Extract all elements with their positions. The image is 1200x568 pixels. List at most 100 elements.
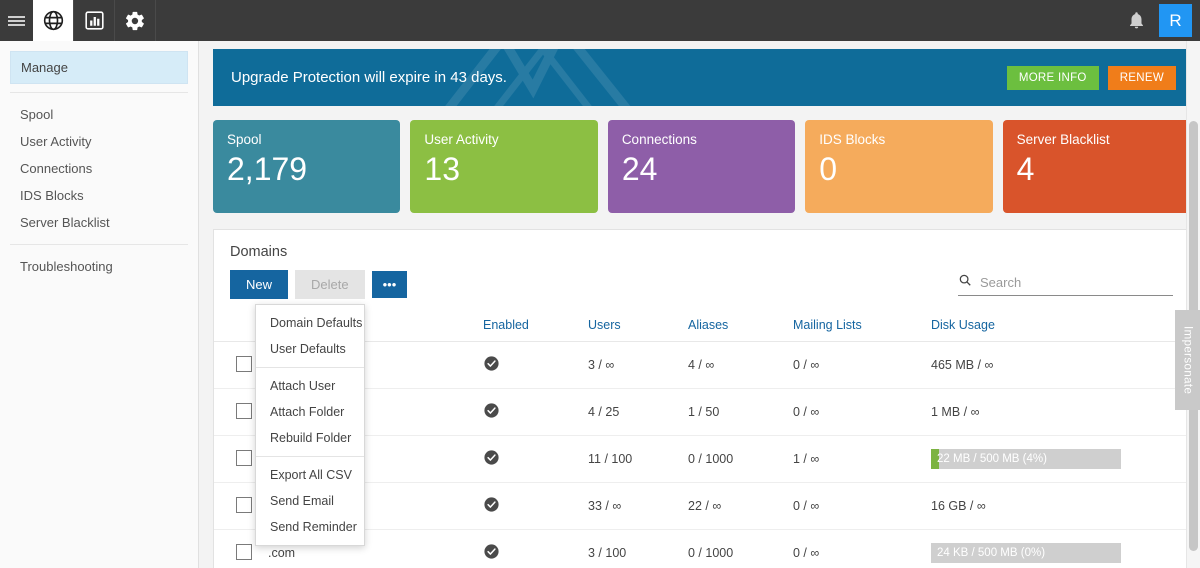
search-field[interactable] xyxy=(958,273,1173,296)
stat-card-label: User Activity xyxy=(424,132,499,147)
stat-card-value: 2,179 xyxy=(227,151,308,187)
more-actions-button[interactable]: ••• xyxy=(371,271,408,298)
new-button[interactable]: New xyxy=(230,270,289,299)
renew-button[interactable]: RENEW xyxy=(1107,65,1176,90)
column-aliases[interactable]: Aliases xyxy=(682,309,787,342)
cell-enabled xyxy=(477,482,582,530)
domains-toolbar: New Delete ••• Domain Defaults User D xyxy=(214,270,1189,546)
cell-aliases: 0 / 1000 xyxy=(682,529,787,568)
more-info-button[interactable]: MORE INFO xyxy=(1006,65,1099,90)
stat-card-value: 0 xyxy=(819,151,838,187)
cell-mailing-lists: 0 / ∞ xyxy=(787,482,925,530)
sidebar-item-spool[interactable]: Spool xyxy=(10,101,188,128)
menu-item-export-all-csv[interactable]: Export All CSV xyxy=(256,462,364,488)
sidebar: Manage Spool User Activity Connections I… xyxy=(0,41,199,568)
cell-enabled xyxy=(477,341,582,389)
cell-users: 3 / ∞ xyxy=(582,341,682,389)
disk-usage-bar: 22 MB / 500 MB (4%) xyxy=(931,449,1121,469)
cell-mailing-lists: 0 / ∞ xyxy=(787,341,925,389)
banner-message: Upgrade Protection will expire in 43 day… xyxy=(231,69,507,86)
stat-card-server-blacklist[interactable]: Server Blacklist 4 xyxy=(1002,120,1191,213)
sidebar-group-support: Troubleshooting xyxy=(10,244,188,288)
chart-icon xyxy=(84,10,105,31)
cell-mailing-lists: 0 / ∞ xyxy=(787,388,925,436)
disk-usage-bar: 24 KB / 500 MB (0%) xyxy=(931,543,1121,563)
gear-icon xyxy=(124,10,146,32)
enabled-check-icon xyxy=(483,449,500,469)
cell-aliases: 4 / ∞ xyxy=(682,341,787,389)
sidebar-item-connections[interactable]: Connections xyxy=(10,155,188,182)
more-actions-dropdown: Domain Defaults User Defaults Attach Use… xyxy=(255,304,365,546)
column-enabled[interactable]: Enabled xyxy=(477,309,582,342)
menu-divider xyxy=(256,367,364,368)
stat-card-value: 24 xyxy=(621,151,658,187)
cell-aliases: 22 / ∞ xyxy=(682,482,787,530)
cell-enabled xyxy=(477,529,582,568)
user-avatar[interactable]: R xyxy=(1159,4,1192,37)
menu-divider xyxy=(256,456,364,457)
cell-aliases: 1 / 50 xyxy=(682,388,787,436)
column-mailing-lists[interactable]: Mailing Lists xyxy=(787,309,925,342)
cell-mailing-lists: 1 / ∞ xyxy=(787,435,925,483)
nav-tab-domains[interactable] xyxy=(33,0,74,41)
row-checkbox[interactable] xyxy=(236,355,252,372)
cell-disk-usage: 24 KB / 500 MB (0%) xyxy=(925,529,1189,568)
sidebar-item-troubleshooting[interactable]: Troubleshooting xyxy=(10,253,188,280)
column-disk-usage[interactable]: Disk Usage xyxy=(925,309,1189,342)
cell-users: 33 / ∞ xyxy=(582,482,682,530)
cell-users: 4 / 25 xyxy=(582,388,682,436)
menu-item-send-email[interactable]: Send Email xyxy=(256,488,364,514)
sidebar-header[interactable]: Manage xyxy=(10,51,188,84)
stat-card-ids-blocks[interactable]: IDS Blocks 0 xyxy=(805,120,993,213)
menu-item-domain-defaults[interactable]: Domain Defaults xyxy=(256,310,364,336)
cell-aliases: 0 / 1000 xyxy=(682,435,787,483)
hamburger-icon[interactable] xyxy=(0,0,33,41)
panel-title: Domains xyxy=(230,244,288,260)
menu-item-send-reminder[interactable]: Send Reminder xyxy=(256,514,364,540)
stat-card-label: IDS Blocks xyxy=(819,132,886,147)
search-input[interactable] xyxy=(972,274,1173,291)
stat-card-spool[interactable]: Spool 2,179 xyxy=(213,120,401,213)
stat-card-value: 4 xyxy=(1016,151,1035,187)
top-bar-spacer xyxy=(156,0,1113,41)
cell-disk-usage: 16 GB / ∞ xyxy=(925,482,1189,530)
sidebar-item-user-activity[interactable]: User Activity xyxy=(10,128,188,155)
impersonate-tab[interactable]: Impersonate xyxy=(1175,310,1200,410)
nav-tab-settings[interactable] xyxy=(115,0,156,41)
cell-users: 11 / 100 xyxy=(582,435,682,483)
page-scrollbar[interactable] xyxy=(1186,41,1200,568)
menu-item-user-defaults[interactable]: User Defaults xyxy=(256,336,364,362)
disk-usage-bar-label: 24 KB / 500 MB (0%) xyxy=(937,547,1046,559)
sidebar-item-server-blacklist[interactable]: Server Blacklist xyxy=(10,209,188,236)
sidebar-item-ids-blocks[interactable]: IDS Blocks xyxy=(10,182,188,209)
menu-item-attach-user[interactable]: Attach User xyxy=(256,373,364,399)
main-content: Upgrade Protection will expire in 43 day… xyxy=(199,41,1200,568)
stat-card-user-activity[interactable]: User Activity 13 xyxy=(410,120,598,213)
column-users[interactable]: Users xyxy=(582,309,682,342)
stat-cards: Spool 2,179 User Activity 13 Connections… xyxy=(213,120,1191,213)
enabled-check-icon xyxy=(483,402,500,422)
row-checkbox[interactable] xyxy=(236,402,252,419)
enabled-check-icon xyxy=(483,496,500,516)
row-checkbox[interactable] xyxy=(236,543,252,560)
cell-users: 3 / 100 xyxy=(582,529,682,568)
disk-usage-bar-label: 22 MB / 500 MB (4%) xyxy=(937,453,1047,465)
enabled-check-icon xyxy=(483,355,500,375)
menu-item-attach-folder[interactable]: Attach Folder xyxy=(256,399,364,425)
stat-card-connections[interactable]: Connections 24 xyxy=(607,120,796,213)
row-checkbox[interactable] xyxy=(236,496,252,513)
search-icon xyxy=(958,273,972,292)
cell-disk-usage: 1 MB / ∞ xyxy=(925,388,1189,436)
cell-enabled xyxy=(477,388,582,436)
menu-item-rebuild-folder[interactable]: Rebuild Folder xyxy=(256,425,364,451)
cell-disk-usage: 465 MB / ∞ xyxy=(925,341,1189,389)
cell-mailing-lists: 0 / ∞ xyxy=(787,529,925,568)
sidebar-group-manage: Spool User Activity Connections IDS Bloc… xyxy=(10,92,188,244)
app-root: R Manage Spool User Activity Connections… xyxy=(0,0,1200,568)
cell-disk-usage: 22 MB / 500 MB (4%) xyxy=(925,435,1189,483)
bell-icon[interactable] xyxy=(1113,0,1159,41)
row-checkbox[interactable] xyxy=(236,449,252,466)
delete-button: Delete xyxy=(295,270,365,299)
nav-tab-reports[interactable] xyxy=(74,0,115,41)
impersonate-label: Impersonate xyxy=(1181,325,1194,395)
